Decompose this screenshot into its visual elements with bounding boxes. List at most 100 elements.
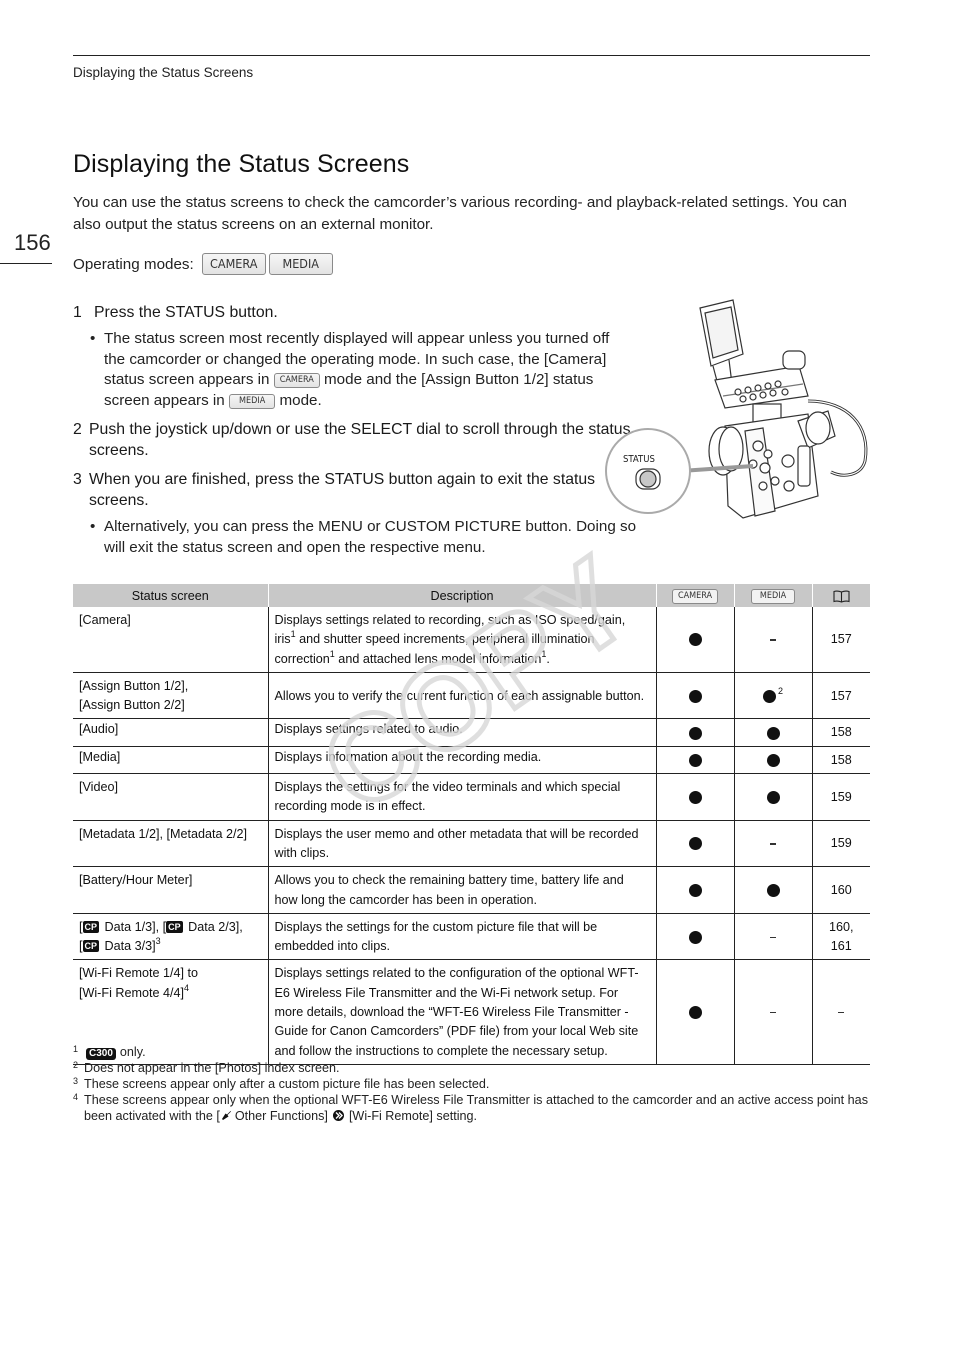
status-screens-table: Status screen Description CAMERA MEDIA […	[73, 584, 870, 1065]
available-dot-icon	[688, 930, 702, 944]
header-page-ref	[811, 584, 870, 607]
custom-picture-icon: CP	[166, 920, 183, 933]
available-dot-icon	[688, 1006, 702, 1020]
available-dot-icon	[688, 726, 702, 740]
table-row: [Camera] Displays settings related to re…	[73, 607, 870, 673]
camera-mode-badge: CAMERA	[201, 253, 266, 275]
row-page-ref: 158	[811, 718, 870, 747]
step-2: 2 Push the joystick up/down or use the S…	[73, 419, 633, 461]
status-callout-label: STATUS	[623, 454, 655, 465]
available-dot-icon	[688, 837, 702, 851]
arrow-right-icon	[332, 1110, 344, 1121]
row-media-availability	[733, 866, 812, 914]
row-page-ref: 157	[811, 607, 870, 673]
available-dot-icon	[766, 790, 780, 804]
row-description: Allows you to verify the current functio…	[267, 671, 656, 719]
row-media-availability: 2	[733, 671, 812, 719]
c300-model-icon: C300	[86, 1048, 116, 1060]
row-camera-availability	[655, 745, 734, 774]
row-page-ref: 160	[811, 866, 870, 914]
row-description: Displays the settings for the video term…	[267, 773, 656, 821]
header-status-screen: Status screen	[73, 584, 268, 607]
custom-picture-icon: CP	[82, 920, 100, 933]
row-description: Allows you to check the remaining batter…	[267, 866, 656, 914]
row-camera-availability	[655, 671, 734, 719]
row-page-ref: 158	[811, 745, 870, 774]
row-screen: [Video]	[73, 773, 268, 821]
table-header-row: Status screen Description CAMERA MEDIA	[73, 584, 870, 607]
available-dot-icon	[766, 884, 780, 898]
page-number-rule	[0, 263, 52, 264]
table-row: [CP Data 1/3], [CP Data 2/3],[CP Data 3/…	[73, 912, 870, 960]
table-row: [Video] Displays the settings for the vi…	[73, 773, 870, 821]
running-head: Displaying the Status Screens	[73, 65, 254, 80]
row-page-ref: 157	[811, 671, 870, 719]
footnote-2: 2 Does not appear in the [Photos] index …	[73, 1060, 340, 1075]
available-dot-icon	[766, 753, 780, 767]
row-media-availability	[733, 773, 812, 821]
row-camera-availability	[655, 718, 734, 747]
media-mode-badge: MEDIA	[228, 393, 276, 409]
row-page-ref: 159	[811, 773, 870, 821]
header-rule	[73, 55, 870, 56]
step-number: 2	[73, 421, 82, 438]
note-text: Alternatively, you can press the MENU or…	[104, 518, 637, 556]
row-camera-availability	[655, 607, 734, 673]
unavailable-dash-icon	[770, 639, 776, 641]
row-page-ref: 159	[811, 819, 870, 867]
status-button-icon	[639, 470, 657, 488]
row-description: Displays settings related to audio.	[267, 718, 656, 747]
row-description: Displays information about the recording…	[267, 745, 656, 774]
available-dot-icon	[688, 753, 702, 767]
step-text: When you are finished, press the STATUS …	[89, 471, 596, 509]
bullet-icon: •	[90, 330, 96, 347]
header-camera-mode: CAMERA	[655, 584, 734, 607]
step-text: Press the STATUS button.	[94, 304, 278, 321]
row-camera-availability	[655, 866, 734, 914]
header-media-mode: MEDIA	[733, 584, 812, 607]
step-3-note: • Alternatively, you can press the MENU …	[90, 517, 650, 558]
available-dot-icon	[688, 790, 702, 804]
header-description: Description	[267, 584, 656, 607]
row-description: Displays the user memo and other metadat…	[267, 819, 656, 867]
row-description: Displays the settings for the custom pic…	[267, 912, 656, 960]
operating-modes: Operating modes: CAMERA MEDIA	[73, 253, 333, 275]
row-camera-availability	[655, 773, 734, 821]
row-screen: [CP Data 1/3], [CP Data 2/3],[CP Data 3/…	[73, 912, 268, 960]
bullet-icon: •	[90, 518, 96, 535]
available-dot-icon	[762, 689, 776, 703]
intro-paragraph: You can use the status screens to check …	[73, 194, 847, 233]
unavailable-dash-icon	[770, 843, 776, 845]
media-mode-badge: MEDIA	[750, 589, 796, 604]
table-row: [Battery/Hour Meter] Allows you to check…	[73, 866, 870, 914]
footnote-4: 4 These screens appear only when the opt…	[73, 1092, 868, 1123]
footnotes: 1 C300 only. 2 Does not appear in the [Ph…	[73, 1044, 873, 1124]
operating-modes-label: Operating modes:	[73, 255, 194, 273]
available-dot-icon	[688, 689, 702, 703]
custom-picture-icon: CP	[82, 940, 100, 953]
procedure-steps: 1 Press the STATUS button. • The status …	[73, 302, 636, 566]
camera-mode-badge: CAMERA	[273, 373, 320, 388]
note-text: mode.	[279, 391, 322, 409]
available-dot-icon	[688, 884, 702, 898]
step-text: Push the joystick up/down or use the SEL…	[89, 421, 631, 459]
camera-mode-badge: CAMERA	[671, 589, 719, 604]
unavailable-dash-icon	[770, 936, 776, 938]
camcorder-illustration: STATUS	[605, 299, 868, 519]
row-screen: [Media]	[73, 745, 268, 774]
page-title: Displaying the Status Screens	[73, 150, 410, 178]
media-mode-badge: MEDIA	[268, 253, 333, 275]
row-camera-availability	[655, 912, 734, 960]
row-media-availability	[733, 745, 812, 774]
row-media-availability	[733, 819, 812, 867]
camcorder-drawing	[699, 299, 868, 519]
row-camera-availability	[655, 819, 734, 867]
wrench-icon	[221, 1111, 231, 1120]
row-screen: [Metadata 1/2], [Metadata 2/2]	[73, 819, 268, 867]
table-row: [Audio] Displays settings related to aud…	[73, 718, 870, 747]
row-screen: [Assign Button 1/2], [Assign Button 2/2]	[73, 671, 268, 719]
row-description: Displays settings related to recording, …	[267, 607, 656, 673]
step-number: 3	[73, 471, 82, 488]
unavailable-dash-icon	[838, 1012, 845, 1014]
step-3: 3 When you are finished, press the STATU…	[73, 469, 633, 511]
